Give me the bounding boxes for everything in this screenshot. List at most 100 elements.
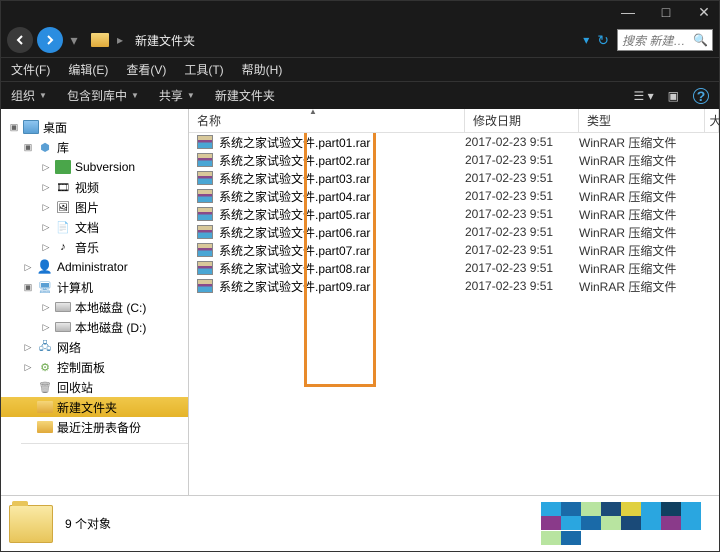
help-icon[interactable]: ? — [693, 88, 709, 104]
file-date: 2017-02-23 9:51 — [465, 279, 579, 293]
new-folder-button[interactable]: 新建文件夹 — [215, 87, 275, 104]
tree-admin[interactable]: ▷👤Administrator — [1, 257, 188, 277]
file-name: 系统之家试验文件.part09.rar — [219, 278, 370, 295]
menu-tools[interactable]: 工具(T) — [184, 61, 223, 78]
folder-icon — [91, 33, 109, 47]
maximize-button[interactable]: □ — [659, 4, 673, 20]
status-bar: 9 个对象 — [1, 495, 719, 551]
rar-archive-icon — [197, 225, 213, 239]
column-type[interactable]: 类型 — [579, 109, 705, 132]
nav-bar: ▾ ▸ 新建文件夹 ▾ ↻ 搜索 新建… 🔍 — [1, 23, 719, 57]
menu-bar: 文件(F) 编辑(E) 查看(V) 工具(T) 帮助(H) — [1, 57, 719, 81]
file-date: 2017-02-23 9:51 — [465, 135, 579, 149]
back-button[interactable] — [7, 27, 33, 53]
tree-pictures[interactable]: ▷🖼图片 — [1, 197, 188, 217]
file-row[interactable]: 系统之家试验文件.part06.rar2017-02-23 9:51WinRAR… — [189, 223, 719, 241]
file-row[interactable]: 系统之家试验文件.part09.rar2017-02-23 9:51WinRAR… — [189, 277, 719, 295]
column-size[interactable]: 大 — [705, 109, 719, 132]
menu-help[interactable]: 帮助(H) — [242, 61, 283, 78]
breadcrumb[interactable]: 新建文件夹 — [131, 32, 579, 49]
menu-view[interactable]: 查看(V) — [126, 61, 166, 78]
network-icon: 🖧 — [37, 340, 53, 354]
file-name: 系统之家试验文件.part02.rar — [219, 152, 370, 169]
rar-archive-icon — [197, 279, 213, 293]
pictures-icon: 🖼 — [55, 200, 71, 214]
breadcrumb-current[interactable]: 新建文件夹 — [135, 32, 195, 49]
tree-disk-d[interactable]: ▷本地磁盘 (D:) — [1, 317, 188, 337]
folder-icon — [37, 401, 53, 413]
file-list-header: ▲ 名称 修改日期 类型 大 — [189, 109, 719, 133]
tree-regbackup[interactable]: 最近注册表备份 — [1, 417, 188, 437]
column-name[interactable]: 名称 — [189, 109, 465, 132]
menu-edit[interactable]: 编辑(E) — [68, 61, 108, 78]
rar-archive-icon — [197, 153, 213, 167]
tree-video[interactable]: ▷🎞视频 — [1, 177, 188, 197]
file-row[interactable]: 系统之家试验文件.part08.rar2017-02-23 9:51WinRAR… — [189, 259, 719, 277]
disk-icon — [55, 322, 71, 332]
file-pane: ▲ 名称 修改日期 类型 大 系统之家试验文件.part01.rar 2017-0… — [189, 109, 719, 495]
navigation-tree[interactable]: ▣桌面 ▣⬢库 ▷Subversion ▷🎞视频 ▷🖼图片 ▷📄文档 ▷♪音乐 … — [1, 109, 189, 495]
column-date[interactable]: 修改日期 — [465, 109, 579, 132]
include-library-button[interactable]: 包含到库中▼ — [67, 87, 139, 104]
tree-recycle[interactable]: 🗑回收站 — [1, 377, 188, 397]
disk-icon — [55, 302, 71, 312]
file-date: 2017-02-23 9:51 — [465, 225, 579, 239]
video-icon: 🎞 — [55, 180, 71, 194]
organize-button[interactable]: 组织▼ — [11, 87, 47, 104]
file-name: 系统之家试验文件.part08.rar — [219, 260, 370, 277]
file-date: 2017-02-23 9:51 — [465, 171, 579, 185]
file-row[interactable]: 系统之家试验文件.part04.rar2017-02-23 9:51WinRAR… — [189, 187, 719, 205]
file-date: 2017-02-23 9:51 — [465, 189, 579, 203]
rar-archive-icon — [197, 135, 213, 149]
menu-file[interactable]: 文件(F) — [11, 61, 50, 78]
search-icon[interactable]: 🔍 — [693, 33, 708, 47]
file-row[interactable]: 系统之家试验文件.part03.rar2017-02-23 9:51WinRAR… — [189, 169, 719, 187]
file-name: 系统之家试验文件.part05.rar — [219, 206, 370, 223]
file-row[interactable]: 系统之家试验文件.part05.rar 2017-02-23 9:51WinRAR… — [189, 205, 719, 223]
file-name: 系统之家试验文件.part01.rar — [219, 134, 370, 151]
computer-icon: 🖥 — [37, 280, 53, 294]
breadcrumb-separator-icon: ▸ — [117, 33, 123, 47]
refresh-icon[interactable]: ↻ — [597, 32, 609, 49]
content-area: ▣桌面 ▣⬢库 ▷Subversion ▷🎞视频 ▷🖼图片 ▷📄文档 ▷♪音乐 … — [1, 109, 719, 495]
rar-archive-icon — [197, 171, 213, 185]
status-folder-icon — [9, 505, 53, 543]
history-dropdown-icon[interactable]: ▾ — [583, 33, 589, 47]
titlebar: — □ ✕ — [1, 1, 719, 23]
documents-icon: 📄 — [55, 220, 71, 234]
file-row[interactable]: 系统之家试验文件.part01.rar 2017-02-23 9:51WinRAR… — [189, 133, 719, 151]
file-date: 2017-02-23 9:51 — [465, 243, 579, 257]
file-name: 系统之家试验文件.part04.rar — [219, 188, 370, 205]
tree-computer[interactable]: ▣🖥计算机 — [1, 277, 188, 297]
view-mode-icon[interactable]: ☰ ▾ — [634, 89, 654, 103]
tree-control[interactable]: ▷⚙控制面板 — [1, 357, 188, 377]
sort-indicator-icon: ▲ — [309, 109, 317, 116]
tree-disk-c[interactable]: ▷本地磁盘 (C:) — [1, 297, 188, 317]
nav-history-dropdown[interactable]: ▾ — [67, 27, 81, 53]
file-type: WinRAR 压缩文件 — [579, 134, 719, 151]
file-row[interactable]: 系统之家试验文件.part02.rar2017-02-23 9:51WinRAR… — [189, 151, 719, 169]
file-list[interactable]: 系统之家试验文件.part01.rar2017-02-23 9:51WinRAR… — [189, 133, 719, 495]
rar-archive-icon — [197, 243, 213, 257]
tree-library[interactable]: ▣⬢库 — [1, 137, 188, 157]
preview-pane-icon[interactable]: ▣ — [668, 89, 679, 103]
file-name: 系统之家试验文件.part06.rar — [219, 224, 370, 241]
file-row[interactable]: 系统之家试验文件.part07.rar2017-02-23 9:51WinRAR… — [189, 241, 719, 259]
tree-subversion[interactable]: ▷Subversion — [1, 157, 188, 177]
explorer-window: — □ ✕ ▾ ▸ 新建文件夹 ▾ ↻ 搜索 新建… 🔍 文件(F) 编辑(E)… — [0, 0, 720, 552]
file-date: 2017-02-23 9:51 — [465, 207, 579, 221]
tree-music[interactable]: ▷♪音乐 — [1, 237, 188, 257]
tree-network[interactable]: ▷🖧网络 — [1, 337, 188, 357]
share-button[interactable]: 共享▼ — [159, 87, 195, 104]
tree-documents[interactable]: ▷📄文档 — [1, 217, 188, 237]
tree-newfolder-selected[interactable]: 新建文件夹 — [1, 397, 188, 417]
minimize-button[interactable]: — — [621, 4, 635, 20]
file-date: 2017-02-23 9:51 — [465, 153, 579, 167]
close-button[interactable]: ✕ — [697, 4, 711, 21]
search-input[interactable]: 搜索 新建… 🔍 — [617, 29, 713, 51]
file-type: WinRAR 压缩文件 — [579, 206, 719, 223]
tree-desktop[interactable]: ▣桌面 — [1, 117, 188, 137]
file-name: 系统之家试验文件.part03.rar — [219, 170, 370, 187]
music-icon: ♪ — [55, 240, 71, 254]
forward-button[interactable] — [37, 27, 63, 53]
